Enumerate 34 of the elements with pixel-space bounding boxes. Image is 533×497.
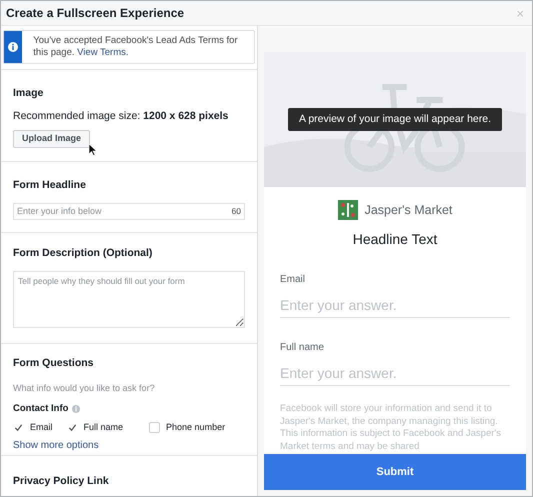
checkbox[interactable]: [149, 422, 160, 433]
questions-prompt: What info would you like to ask for?: [13, 382, 155, 395]
section-heading: Image: [13, 86, 44, 101]
description-textarea[interactable]: Tell people why they should fill out your form: [13, 270, 245, 328]
logo-icon: [338, 200, 358, 220]
submit-button[interactable]: Submit: [264, 454, 526, 490]
section-heading: Form Description (Optional): [13, 246, 154, 261]
checkbox[interactable]: [13, 422, 24, 433]
preview-headline: Headline Text: [352, 230, 438, 249]
field-label: Full name: [280, 341, 325, 355]
option-label: Full name: [84, 420, 124, 434]
upload-image-button[interactable]: Upload Image: [13, 130, 90, 148]
option-label: Phone number: [166, 420, 226, 434]
info-icon: [72, 405, 80, 414]
page-name: Jasper's Market: [364, 202, 452, 219]
field-label: Email: [280, 273, 306, 287]
answer-field[interactable]: Enter your answer.: [280, 360, 510, 386]
show-more-link[interactable]: Show more options: [13, 438, 99, 453]
group-label: Contact Info: [13, 402, 68, 416]
section-heading: Form Questions: [13, 356, 94, 371]
answer-field[interactable]: Enter your answer.: [280, 292, 510, 318]
image-size-text: Recommended image size: 1200 x 628 pixels: [13, 108, 228, 124]
character-counter: 60: [232, 206, 241, 217]
window-title: Create a Fullscreen Experience: [6, 5, 184, 22]
view-terms-link[interactable]: View Terms.: [77, 47, 129, 58]
section-heading: Privacy Policy Link: [13, 475, 109, 487]
cursor-icon: [89, 144, 97, 156]
option-label: Email: [30, 420, 53, 434]
section-heading: Form Headline: [13, 178, 87, 193]
checkbox[interactable]: [66, 422, 78, 433]
notice-text: You've accepted Facebook's Lead Ads Terms for this page. View Terms.: [32, 34, 239, 60]
disclaimer-text: Facebook will store your information and send it to Jasper's Market, the company managing this listing. This information is subject to Facebook and Jasper's Market terms and may be shared: [280, 403, 502, 453]
info-icon: [8, 42, 18, 52]
preview-tooltip: A preview of your image will appear here.: [288, 108, 502, 132]
